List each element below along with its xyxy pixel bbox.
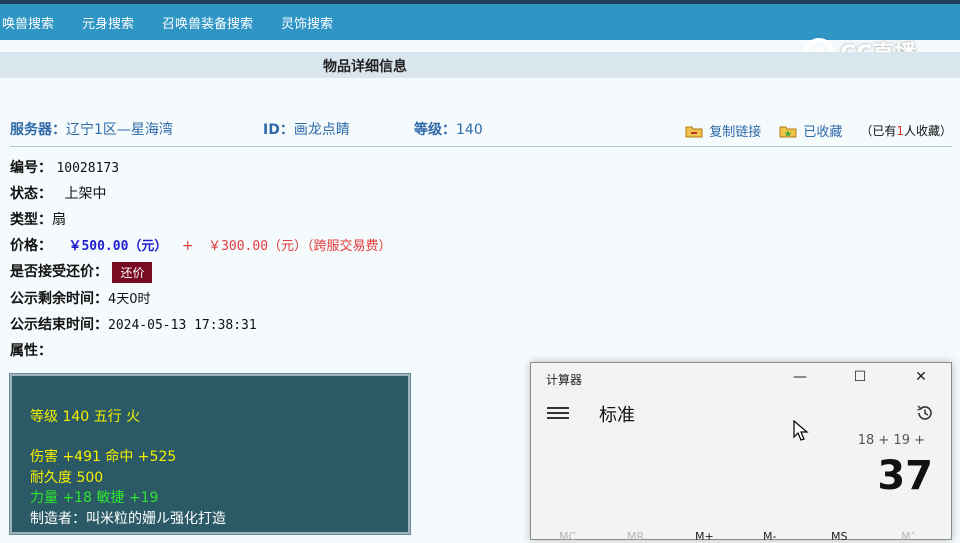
mouse-cursor-icon	[793, 420, 809, 441]
status-value: 上架中	[64, 186, 107, 202]
end-label: 公示结束时间：	[10, 317, 108, 333]
item-actions: 复制链接 已收藏 （已有1人收藏）	[685, 121, 952, 140]
price-fee: ￥300.00（元）（跨服交易费）	[208, 239, 392, 254]
attr-line-level: 等级 140 五行 火	[30, 409, 141, 425]
nav-ornament-search[interactable]: 灵饰搜索	[281, 13, 333, 32]
copy-link-button[interactable]: 复制链接	[685, 121, 761, 140]
server-row: 服务器：辽宁1区—星海湾 ID：画龙点睛 等级：140 复制链接 已收藏 （已有…	[10, 119, 952, 147]
id-label: ID：	[263, 122, 294, 138]
nav-pet-search[interactable]: 唤兽搜索	[2, 13, 54, 32]
attr-line-damage: 伤害 +491 命中 +525	[30, 449, 177, 465]
server-label: 服务器：	[10, 122, 66, 138]
nav-pet-equip-search[interactable]: 召唤兽装备搜索	[162, 13, 253, 32]
bargain-label: 是否接受还价：	[10, 264, 108, 280]
attr-line-stats: 力量 +18 敏捷 +19	[30, 490, 159, 506]
level-group: 等级：140	[414, 119, 483, 139]
copy-link-label: 复制链接	[709, 125, 762, 140]
fav-count-number: 1	[896, 124, 904, 138]
level-value: 140	[456, 122, 483, 138]
price-value: ￥500.00（元）	[68, 239, 168, 254]
favorite-count: （已有1人收藏）	[860, 122, 952, 139]
serial-row: 编号： 10028173	[10, 157, 119, 177]
memory-list-button[interactable]: M˅	[901, 530, 916, 543]
serial-label: 编号：	[10, 160, 52, 176]
serial-value: 10028173	[56, 161, 120, 176]
close-button[interactable]: ✕	[911, 369, 931, 387]
memory-clear-button[interactable]: MC	[559, 530, 576, 543]
memory-add-button[interactable]: M+	[695, 530, 714, 543]
fav-count-suffix: 人收藏）	[903, 124, 952, 138]
hamburger-menu-icon[interactable]	[547, 407, 569, 421]
end-time-row: 公示结束时间：2024-05-13 17:38:31	[10, 314, 257, 334]
calculator-mode: 标准	[599, 405, 635, 426]
history-icon[interactable]	[915, 403, 935, 423]
calculator-window: 计算器 — ☐ ✕ 标准 18 + 19 + 37 MC MR M+ M- MS…	[530, 362, 952, 543]
end-value: 2024-05-13 17:38:31	[108, 318, 257, 333]
maximize-button[interactable]: ☐	[850, 369, 870, 387]
bargain-row: 是否接受还价： 还价	[10, 261, 153, 283]
status-label: 状态：	[10, 186, 52, 202]
calculator-expression: 18 + 19 +	[857, 433, 925, 448]
price-row: 价格： ￥500.00（元） + ￥300.00（元）（跨服交易费）	[10, 235, 392, 255]
remain-label: 公示剩余时间：	[10, 291, 108, 307]
memory-recall-button[interactable]: MR	[627, 530, 644, 543]
server-value: 辽宁1区—星海湾	[66, 122, 173, 138]
type-row: 类型：扇	[10, 209, 66, 229]
attr-line-durability: 耐久度 500	[30, 470, 104, 486]
remain-value: 4天0时	[108, 292, 151, 307]
nav-body-search[interactable]: 元身搜索	[82, 13, 134, 32]
attr-line-maker: 制造者：叫米粒的姗ル强化打造	[30, 511, 226, 527]
favorited-label: 已收藏	[803, 125, 843, 140]
server-group: 服务器：辽宁1区—星海湾	[10, 119, 173, 139]
minimize-button[interactable]: —	[790, 369, 810, 387]
favorited-button[interactable]: 已收藏	[779, 121, 842, 140]
price-plus: +	[181, 238, 194, 254]
folder-star-icon	[779, 126, 797, 137]
attribute-panel: 等级 140 五行 火 伤害 +491 命中 +525 耐久度 500 力量 +…	[9, 373, 411, 535]
detail-title-bar: 物品详细信息	[0, 52, 960, 78]
calculator-result: 37	[877, 453, 933, 499]
attr-row: 属性：	[10, 340, 52, 360]
page-title: 物品详细信息	[323, 59, 407, 75]
fav-count-prefix: （已有	[860, 124, 897, 138]
id-group: ID：画龙点睛	[263, 119, 350, 139]
status-row: 状态： 上架中	[10, 183, 106, 203]
memory-subtract-button[interactable]: M-	[763, 530, 776, 543]
price-label: 价格：	[10, 238, 52, 254]
calculator-caption: 计算器	[546, 373, 583, 387]
folder-link-icon	[685, 126, 703, 137]
memory-store-button[interactable]: MS	[831, 530, 847, 543]
type-label: 类型：	[10, 212, 52, 228]
type-value: 扇	[52, 212, 66, 228]
level-label: 等级：	[414, 122, 456, 138]
id-value: 画龙点睛	[293, 122, 350, 138]
attr-label: 属性：	[10, 343, 52, 359]
bargain-button[interactable]: 还价	[112, 261, 153, 283]
remain-row: 公示剩余时间：4天0时	[10, 288, 151, 308]
